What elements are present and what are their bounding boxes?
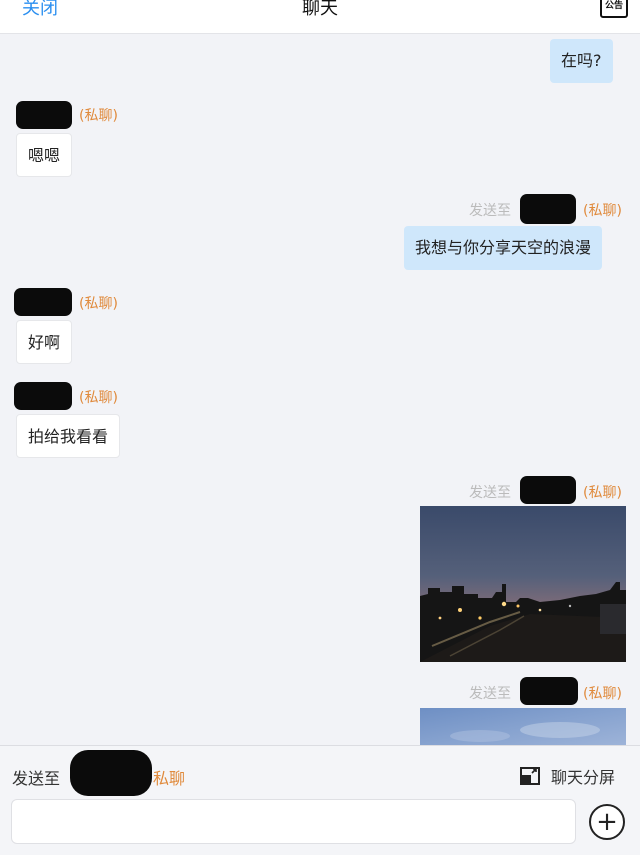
incoming-message-bubble[interactable]: 拍给我看看 bbox=[16, 414, 121, 458]
send-to-label: 发送至 bbox=[12, 769, 61, 788]
redacted-recipient-name bbox=[520, 677, 578, 705]
redacted-recipient-name bbox=[520, 194, 576, 224]
redacted-recipient-name bbox=[520, 476, 576, 504]
redacted-recipient-selector[interactable] bbox=[70, 750, 152, 796]
outgoing-message-bubble[interactable]: 在吗? bbox=[550, 39, 613, 83]
dusk-city-skyline-photo[interactable] bbox=[420, 506, 626, 662]
private-chat-tag: (私聊) bbox=[583, 485, 622, 501]
sent-to-label: 发送至 bbox=[469, 686, 511, 702]
notice-board-icon[interactable]: 公告 bbox=[600, 0, 628, 18]
sent-to-label: 发送至 bbox=[469, 203, 511, 219]
blue-sky-photo[interactable] bbox=[420, 708, 626, 745]
message-list[interactable]: 在吗? (私聊) 嗯嗯 发送至 (私聊) 我想与你分享天空的浪漫 (私聊) 好啊… bbox=[0, 35, 640, 745]
message-input[interactable] bbox=[11, 799, 576, 844]
incoming-message-bubble[interactable]: 嗯嗯 bbox=[16, 133, 73, 177]
private-chat-mode-label[interactable]: 私聊 bbox=[153, 765, 185, 789]
private-chat-tag: (私聊) bbox=[583, 686, 622, 702]
page-title: 聊天 bbox=[302, 0, 338, 19]
split-screen-label: 聊天分屏 bbox=[551, 768, 616, 787]
chat-header: 关闭 聊天 公告 bbox=[0, 0, 640, 34]
outgoing-message-bubble[interactable]: 我想与你分享天空的浪漫 bbox=[404, 226, 603, 270]
sent-to-label: 发送至 bbox=[469, 485, 511, 501]
incoming-message-bubble[interactable]: 好啊 bbox=[16, 320, 73, 364]
private-chat-tag: (私聊) bbox=[79, 296, 118, 312]
plus-circle-icon[interactable]: + bbox=[589, 804, 625, 840]
private-chat-tag: (私聊) bbox=[79, 108, 118, 124]
split-screen-button[interactable]: 聊天分屏 bbox=[520, 765, 615, 787]
redacted-sender-name bbox=[16, 101, 72, 129]
split-screen-icon bbox=[520, 767, 540, 785]
compose-bar: 发送至 私聊 聊天分屏 + bbox=[0, 745, 640, 855]
redacted-sender-name bbox=[14, 288, 72, 316]
private-chat-tag: (私聊) bbox=[583, 203, 622, 219]
redacted-sender-name bbox=[14, 382, 72, 410]
private-chat-tag: (私聊) bbox=[79, 390, 118, 406]
